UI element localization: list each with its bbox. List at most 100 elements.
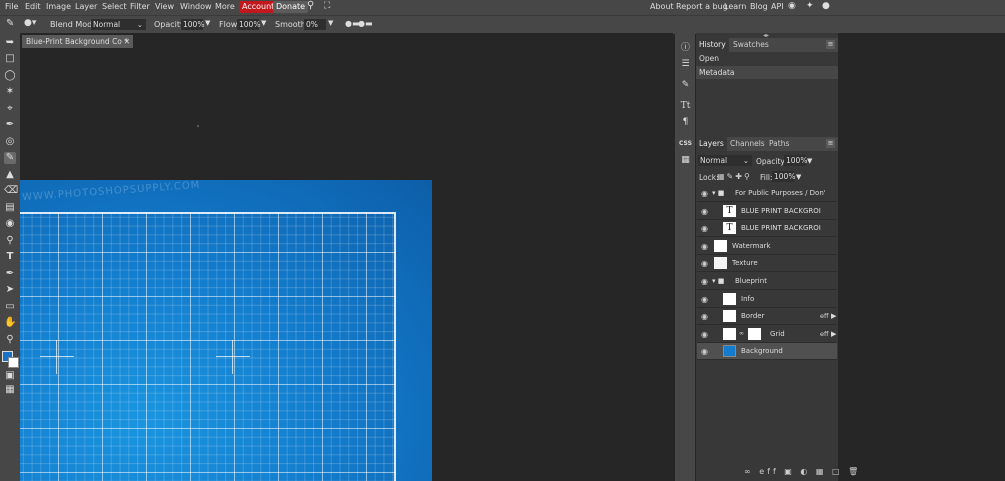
history-item-metadata[interactable]: Metadata — [696, 66, 838, 79]
blur-tool-icon[interactable]: ◉ — [4, 218, 16, 230]
flow-dropdown-icon[interactable]: ▼ — [261, 19, 266, 27]
visibility-eye-icon[interactable]: ◉ — [701, 330, 708, 339]
lasso-tool-icon[interactable]: ◯ — [4, 70, 16, 82]
layer-row-blueprint[interactable]: ◉ ▾ ■ Blueprint — [697, 273, 837, 290]
properties-icon[interactable]: ☰ — [679, 58, 692, 70]
smooth-input[interactable]: 0% — [304, 19, 326, 30]
info-icon[interactable]: ⓘ — [679, 42, 692, 54]
brush-settings-icon[interactable]: ✎ — [679, 79, 692, 91]
tab-layers[interactable]: Layers — [696, 137, 727, 151]
document-tab[interactable]: Blue-Print Background Co * ✕ — [22, 35, 133, 48]
hand-tool-icon[interactable]: ✋ — [4, 317, 16, 329]
tab-history[interactable]: History — [696, 38, 729, 52]
layer-row-for-public-purposes-don[interactable]: ◉ ▾ ■ For Public Purposes / Don' — [697, 185, 837, 202]
layer-row-blue-print-backgroi[interactable]: ◉ T BLUE PRINT BACKGROI — [697, 220, 837, 238]
layer-row-texture[interactable]: ◉ Texture — [697, 255, 837, 273]
facebook-icon[interactable]: ● — [822, 1, 830, 11]
layers-footer-icons[interactable]: ∞ eff ▣ ◐ ▦ □ 🗑 — [744, 467, 861, 476]
dodge-tool-icon[interactable]: ⚲ — [4, 235, 16, 247]
layer-row-watermark[interactable]: ◉ Watermark — [697, 238, 837, 255]
menu-file[interactable]: File — [5, 2, 18, 11]
blend-mode-select[interactable]: Normal ⌄ — [91, 19, 146, 30]
folder-icon[interactable]: ▾ ■ — [712, 277, 724, 285]
menu-more[interactable]: More — [215, 2, 235, 11]
menu-window[interactable]: Window — [180, 2, 212, 11]
link-about[interactable]: About — [650, 2, 674, 11]
quick-mask-icon[interactable]: ▣ — [4, 370, 16, 382]
pen-tool-icon[interactable]: ✒ — [4, 268, 16, 280]
visibility-eye-icon[interactable]: ◉ — [701, 312, 708, 321]
fullscreen-icon[interactable]: ⛶ — [324, 1, 330, 11]
character-icon[interactable]: Tt — [679, 100, 692, 112]
layer-row-grid[interactable]: ◉ ∞ Grid eff ▶ — [697, 326, 837, 343]
lock-icons[interactable]: ▦✎✚⚲ — [717, 172, 752, 181]
menu-select[interactable]: Select — [102, 2, 127, 11]
gradient-tool-icon[interactable]: ▤ — [4, 202, 16, 214]
image-icon[interactable]: ▦ — [679, 154, 692, 166]
smooth-dropdown-icon[interactable]: ▼ — [328, 19, 333, 27]
tab-paths[interactable]: Paths — [766, 137, 792, 151]
screen-mode-icon[interactable]: ▦ — [4, 384, 16, 396]
expand-effects-icon[interactable]: ▶ — [831, 312, 836, 320]
tab-swatches[interactable]: Swatches — [730, 38, 772, 52]
fill-dropdown-icon[interactable]: ▼ — [796, 173, 801, 181]
type-tool-icon[interactable]: T — [4, 251, 16, 263]
pressure-size-icon[interactable]: ●▬ — [358, 19, 373, 28]
visibility-eye-icon[interactable]: ◉ — [701, 259, 708, 268]
menu-layer[interactable]: Layer — [75, 2, 97, 11]
history-item-open[interactable]: Open — [696, 52, 838, 65]
opacity-dropdown-icon[interactable]: ▼ — [205, 19, 210, 27]
twitter-icon[interactable]: ✦ — [806, 1, 814, 11]
layer-row-info[interactable]: ◉ Info — [697, 291, 837, 308]
magic-wand-icon[interactable]: ✶ — [4, 86, 16, 98]
link-api[interactable]: API — [771, 2, 784, 11]
layer-opacity-input[interactable]: 100% — [784, 155, 807, 166]
document-close-icon[interactable]: ✕ — [124, 35, 130, 48]
reddit-icon[interactable]: ◉ — [788, 1, 796, 11]
layer-effects-badge[interactable]: eff — [820, 330, 828, 338]
eraser-icon[interactable]: ⌫ — [4, 185, 18, 197]
shape-tool-icon[interactable]: ▭ — [4, 301, 16, 313]
layer-mask-thumbnail[interactable] — [748, 327, 761, 340]
move-tool-icon[interactable]: ➥ — [4, 37, 16, 49]
menu-image[interactable]: Image — [46, 2, 71, 11]
search-icon[interactable]: ⚲ — [307, 0, 314, 11]
paragraph-icon[interactable]: ¶ — [679, 116, 692, 128]
link-learn[interactable]: Learn — [724, 2, 746, 11]
eyedropper-icon[interactable]: ✒ — [4, 119, 16, 131]
brush-preset-icon[interactable]: ●▾ — [24, 18, 36, 28]
visibility-eye-icon[interactable]: ◉ — [701, 347, 708, 356]
panel-menu-icon[interactable]: ≡ — [826, 139, 835, 148]
link-blog[interactable]: Blog — [750, 2, 768, 11]
mask-link-icon[interactable]: ∞ — [739, 330, 744, 337]
clone-stamp-icon[interactable]: ▲ — [4, 169, 16, 181]
layer-effects-badge[interactable]: eff — [820, 312, 828, 320]
brush-tool-icon-active[interactable]: ✎ — [4, 152, 16, 164]
layer-row-border[interactable]: ◉ Border eff ▶ — [697, 308, 837, 326]
zoom-tool-icon[interactable]: ⚲ — [4, 334, 16, 346]
layer-row-blue-print-backgroi[interactable]: ◉ T BLUE PRINT BACKGROI — [697, 203, 837, 220]
folder-icon[interactable]: ▾ ■ — [712, 189, 724, 197]
layer-blend-select[interactable]: Normal ⌄ — [698, 155, 752, 166]
healing-brush-icon[interactable]: ◎ — [4, 136, 16, 148]
marquee-tool-icon[interactable]: □ — [4, 53, 16, 65]
crop-tool-icon[interactable]: ⌖ — [4, 103, 16, 115]
tab-channels[interactable]: Channels — [727, 137, 768, 151]
menu-view[interactable]: View — [155, 2, 174, 11]
menu-filter[interactable]: Filter — [130, 2, 150, 11]
visibility-eye-icon[interactable]: ◉ — [701, 277, 708, 286]
visibility-eye-icon[interactable]: ◉ — [701, 295, 708, 304]
css-icon[interactable]: CSS — [679, 138, 692, 150]
panel-menu-icon[interactable]: ≡ — [826, 40, 835, 49]
layer-opacity-dropdown-icon[interactable]: ▼ — [807, 157, 812, 165]
expand-effects-icon[interactable]: ▶ — [831, 330, 836, 338]
donate-button[interactable]: Donate — [273, 1, 309, 13]
opacity-input[interactable]: 100% — [181, 19, 204, 30]
flow-input[interactable]: 100% — [237, 19, 260, 30]
visibility-eye-icon[interactable]: ◉ — [701, 207, 708, 216]
visibility-eye-icon[interactable]: ◉ — [701, 224, 708, 233]
link-report-bug[interactable]: Report a bug — [676, 2, 728, 11]
menu-edit[interactable]: Edit — [25, 2, 41, 11]
account-button[interactable]: Account — [239, 1, 278, 13]
layer-row-background[interactable]: ◉ Background — [697, 343, 837, 361]
